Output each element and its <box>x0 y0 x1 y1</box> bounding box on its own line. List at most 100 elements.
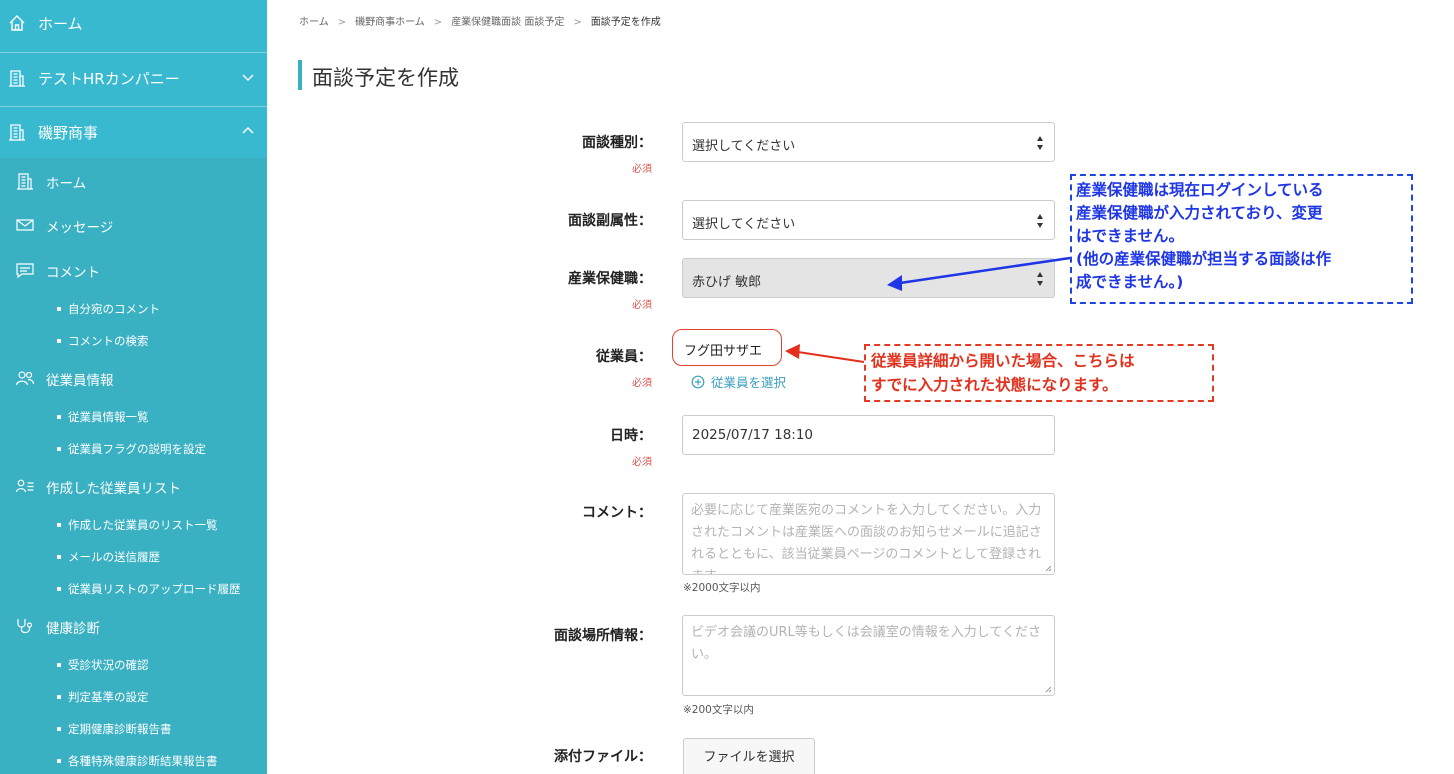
sidebar-item-label: ホーム <box>38 14 83 33</box>
breadcrumb-current: 面談予定を作成 <box>590 17 661 28</box>
callout-line: 成できません。) <box>1076 273 1184 291</box>
breadcrumb-link-company-home[interactable]: 磯野商事ホーム <box>355 13 425 28</box>
callout-line: はできません。 <box>1076 227 1185 245</box>
sidebar-link-label: 各種特殊健康診断結果報告書 <box>68 754 218 768</box>
comment-char-limit: ※2000文字以内 <box>683 582 761 594</box>
callout-line: 従業員詳細から開いた場合、こちらは <box>871 352 1135 370</box>
user-list-icon <box>15 479 34 493</box>
select-arrows-icon <box>1037 214 1043 228</box>
sidebar-link-my-comments[interactable]: 自分宛のコメント <box>0 298 267 320</box>
health-staff-label: 産業保健職： <box>568 271 652 287</box>
sidebar-link-checkup-status[interactable]: 受診状況の確認 <box>0 654 267 676</box>
sidebar-subitem-label: ホーム <box>46 176 87 192</box>
red-arrow-line <box>797 351 865 363</box>
sidebar-subitem-label: 従業員情報 <box>46 373 114 389</box>
page-title: 面談予定を作成 <box>312 66 459 90</box>
comment-icon <box>16 263 34 279</box>
resize-grip-icon[interactable] <box>1044 564 1052 572</box>
choose-file-button[interactable]: ファイルを選択 <box>683 738 815 774</box>
page-title-accent <box>298 60 302 90</box>
sidebar-link-criteria-settings[interactable]: 判定基準の設定 <box>0 686 267 708</box>
sidebar-item-label: 磯野商事 <box>38 123 99 142</box>
breadcrumb-separator: > <box>573 17 582 28</box>
sidebar-link-comment-search[interactable]: コメントの検索 <box>0 330 267 352</box>
comment-textarea[interactable]: 必要に応じて産業医宛のコメントを入力してください。入力されたコメントは産業医への… <box>682 493 1055 575</box>
building-icon <box>17 173 33 190</box>
location-textarea[interactable]: ビデオ会議のURL等もしくは会議室の情報を入力してください。 <box>682 615 1055 696</box>
users-icon <box>15 371 35 386</box>
datetime-label: 日時： <box>610 428 652 444</box>
sidebar-link-label: コメントの検索 <box>68 334 149 348</box>
sidebar-link-label: 従業員情報一覧 <box>68 410 149 424</box>
breadcrumb-link-interview-schedule[interactable]: 産業保健職面談 面談予定 <box>451 13 564 28</box>
employee-selected-value: フグ田サザエ <box>672 329 782 366</box>
chevron-down-icon[interactable] <box>241 70 255 84</box>
health-staff-callout: 産業保健職は現在ログインしている 産業保健職が入力されており、変更 はできません… <box>1070 174 1413 304</box>
callout-line: 産業保健職が入力されており、変更 <box>1076 204 1323 222</box>
comment-label: コメント： <box>582 505 652 521</box>
sidebar-link-label: 自分宛のコメント <box>68 302 160 316</box>
sidebar-subitem-label: メッセージ <box>46 220 114 236</box>
breadcrumb: ホーム > 磯野商事ホーム > 産業保健職面談 面談予定 > 面談予定を作成 <box>299 13 661 28</box>
sidebar-link-mail-history[interactable]: メールの送信履歴 <box>0 546 267 568</box>
interview-subattr-select[interactable]: 選択してください <box>682 200 1055 240</box>
sidebar-subitem-label: 健康診断 <box>46 621 100 637</box>
sidebar-link-employee-flags[interactable]: 従業員フラグの説明を設定 <box>0 438 267 460</box>
bullet <box>57 663 61 667</box>
required-badge: 必須 <box>632 300 652 311</box>
sidebar-link-upload-history[interactable]: 従業員リストのアップロード履歴 <box>0 578 267 600</box>
sidebar-link-special-report[interactable]: 各種特殊健康診断結果報告書 <box>0 750 267 772</box>
bullet <box>57 555 61 559</box>
sidebar-item-isono-shoji[interactable]: 磯野商事 <box>0 110 267 154</box>
textarea-placeholder: ビデオ会議のURL等もしくは会議室の情報を入力してください。 <box>691 625 1042 662</box>
interview-type-select[interactable]: 選択してください <box>682 122 1055 162</box>
required-badge: 必須 <box>632 164 652 175</box>
plus-circle-icon <box>691 375 705 389</box>
callout-line: 産業保健職は現在ログインしている <box>1076 181 1324 199</box>
sidebar-subitem-created-lists[interactable]: 作成した従業員リスト <box>0 471 267 501</box>
sidebar-link-label: 判定基準の設定 <box>68 690 149 704</box>
sidebar-subnav: ホーム メッセージ コメント 自分宛のコメント コメントの検索 従業員情報 従業… <box>0 158 267 774</box>
sidebar-link-periodic-report[interactable]: 定期健康診断報告書 <box>0 718 267 740</box>
sidebar-link-label: 従業員フラグの説明を設定 <box>68 442 206 456</box>
chevron-up-icon[interactable] <box>241 124 255 138</box>
sidebar-link-label: 従業員リストのアップロード履歴 <box>68 582 241 596</box>
divider <box>0 52 267 53</box>
bullet <box>57 339 61 343</box>
select-employee-link[interactable]: 従業員を選択 <box>691 372 786 391</box>
sidebar-subitem-comments[interactable]: コメント <box>0 255 267 285</box>
sidebar-subitem-health-checkup[interactable]: 健康診断 <box>0 611 267 641</box>
sidebar-item-home[interactable]: ホーム <box>0 1 267 45</box>
interview-type-label: 面談種別： <box>582 135 652 151</box>
sidebar-subitem-employee-info[interactable]: 従業員情報 <box>0 363 267 393</box>
callout-line: すでに入力された状態になります。 <box>871 376 1118 394</box>
sidebar-subitem-label: コメント <box>46 265 100 281</box>
bullet <box>57 727 61 731</box>
select-arrows-icon <box>1037 272 1043 286</box>
select-employee-label: 従業員を選択 <box>711 375 787 390</box>
sidebar-item-test-hr-company[interactable]: テストHRカンパニー <box>0 56 267 100</box>
textarea-placeholder: 必要に応じて産業医宛のコメントを入力してください。入力されたコメントは産業医への… <box>691 503 1042 574</box>
sidebar-link-created-list-index[interactable]: 作成した従業員のリスト一覧 <box>0 514 267 536</box>
sidebar-subitem-home[interactable]: ホーム <box>0 166 267 196</box>
divider <box>0 106 267 107</box>
bullet <box>57 587 61 591</box>
sidebar-subitem-messages[interactable]: メッセージ <box>0 210 267 240</box>
select-value: 赤ひげ 敏郎 <box>692 275 762 290</box>
resize-grip-icon[interactable] <box>1044 685 1052 693</box>
select-value: 選択してください <box>692 217 796 232</box>
sidebar: ホーム テストHRカンパニー 磯野商事 ホーム メッセージ コメント 自分宛のコ… <box>0 0 267 774</box>
building-icon <box>9 124 25 141</box>
health-staff-select: 赤ひげ 敏郎 <box>682 258 1055 298</box>
employee-name: フグ田サザエ <box>684 344 763 359</box>
bullet <box>57 759 61 763</box>
input-value: 2025/07/17 18:10 <box>692 427 814 443</box>
datetime-input[interactable]: 2025/07/17 18:10 <box>682 415 1055 455</box>
breadcrumb-link-home[interactable]: ホーム <box>299 13 329 28</box>
select-value: 選択してください <box>692 139 796 154</box>
sidebar-link-label: 受診状況の確認 <box>68 658 149 672</box>
red-arrow-head <box>785 344 800 359</box>
attachment-label: 添付ファイル： <box>554 749 652 765</box>
sidebar-link-employee-list[interactable]: 従業員情報一覧 <box>0 406 267 428</box>
sidebar-item-label: テストHRカンパニー <box>38 69 180 88</box>
